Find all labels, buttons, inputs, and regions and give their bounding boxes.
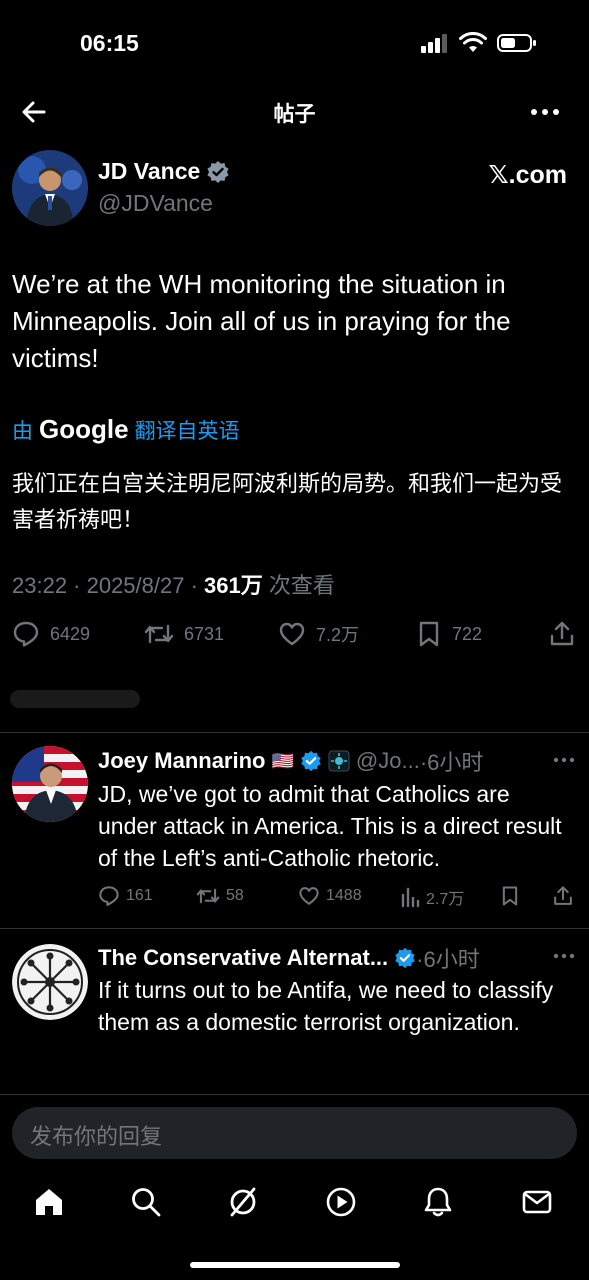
reply-text: JD, we’ve got to admit that Catholics ar…	[98, 781, 562, 871]
bookmark-icon	[502, 886, 518, 906]
home-indicator	[190, 1262, 400, 1268]
messages-icon[interactable]	[520, 1185, 554, 1219]
author-name-row[interactable]: JD Vance	[98, 158, 230, 185]
heart-icon	[299, 887, 319, 905]
search-icon[interactable]	[129, 1185, 163, 1219]
verified-badge-icon	[207, 160, 229, 183]
reply-bookmark-button[interactable]	[500, 885, 520, 907]
more-options-icon[interactable]	[529, 100, 561, 124]
battery-icon	[497, 34, 536, 52]
tweet-timestamp: 23:22 · 2025/8/27 ·	[12, 573, 205, 598]
google-logo: Google	[39, 414, 129, 444]
reply-composer-placeholder[interactable]: 发布你的回复	[30, 1119, 162, 1151]
reply-repost-count: 58	[226, 887, 244, 904]
reply-time: ·6小时	[419, 750, 484, 775]
tweet-actions: 6429 6731 7.2万 722	[12, 620, 577, 656]
bookmark-count: 722	[452, 623, 483, 644]
reply-author-handle[interactable]: @Jo...	[356, 748, 420, 774]
views-chart-icon	[401, 887, 420, 908]
divider	[0, 928, 589, 929]
reply-header: Joey Mannarino 🇺🇸 @Jo... ·6小时	[98, 745, 483, 777]
wifi-icon	[459, 32, 487, 52]
reply-views-button[interactable]: 2.7万	[400, 885, 464, 909]
share-button[interactable]	[548, 620, 576, 648]
reply-like-count: 1488	[326, 887, 362, 904]
reply-icon	[99, 886, 119, 907]
bookmark-icon	[419, 621, 439, 647]
like-count: 7.2万	[316, 625, 360, 645]
author-name[interactable]: JD Vance	[98, 158, 200, 185]
translate-suffix: 翻译自英语	[134, 420, 240, 443]
repost-icon	[196, 888, 220, 904]
notifications-icon[interactable]	[421, 1185, 455, 1219]
translate-prefix: 由	[12, 420, 33, 443]
reply-composer[interactable]: 发布你的回复	[12, 1107, 577, 1159]
reply-author-name[interactable]: Joey Mannarino	[98, 748, 265, 774]
reply-view-count: 2.7万	[426, 891, 465, 908]
status-time: 06:15	[80, 30, 139, 56]
reply-text: If it turns out to be Antifa, we need to…	[98, 977, 554, 1035]
reply-icon	[13, 621, 39, 647]
share-icon	[554, 886, 572, 905]
grok-icon[interactable]	[226, 1185, 260, 1219]
x-com-badge: 𝕏.com	[488, 161, 568, 189]
reply-author-name[interactable]: The Conservative Alternat...	[98, 945, 388, 971]
view-label: 次查看	[262, 573, 335, 598]
divider	[0, 732, 589, 733]
reply-header: The Conservative Alternat... ·6小时	[98, 942, 480, 974]
like-button[interactable]: 7.2万	[278, 620, 359, 648]
tweet-meta: 23:22 · 2025/8/27 · 361万 次查看	[12, 568, 335, 600]
home-icon[interactable]	[32, 1185, 66, 1219]
reply-more-icon[interactable]	[552, 948, 576, 964]
reply-reply-count: 161	[126, 887, 153, 904]
divider	[0, 1094, 589, 1095]
verified-badge-icon	[301, 750, 321, 772]
share-icon	[550, 621, 574, 646]
heart-icon	[279, 622, 305, 646]
tweet-text: We’re at the WH monitoring the situation…	[12, 269, 511, 373]
reply-avatar[interactable]	[12, 944, 88, 1020]
status-icons	[421, 32, 537, 54]
repost-button[interactable]: 6731	[144, 620, 224, 648]
bottom-tab-bar	[0, 1175, 589, 1235]
blurred-context-bar	[10, 690, 140, 708]
reply-time: ·6小时	[416, 947, 480, 972]
video-icon[interactable]	[324, 1185, 358, 1219]
reply-avatar[interactable]	[12, 746, 88, 822]
reply-button[interactable]: 6429	[12, 620, 90, 648]
reply-actions: 161 58 1488 2.7万	[98, 885, 578, 915]
cellular-signal-icon	[421, 34, 447, 53]
verified-badge-icon	[395, 947, 415, 969]
translation-attribution[interactable]: 由 Google 翻译自英语	[12, 414, 240, 445]
reply-count: 6429	[50, 623, 91, 644]
reply-share-button[interactable]	[552, 885, 574, 907]
reply-repost-button[interactable]: 58	[196, 885, 244, 907]
translated-text: 我们正在白宫关注明尼阿波利斯的局势。和我们一起为受害者祈祷吧！	[12, 471, 563, 532]
reply-more-icon[interactable]	[552, 752, 576, 768]
reply-like-button[interactable]: 1488	[298, 885, 362, 907]
bookmark-button[interactable]: 722	[416, 620, 482, 648]
view-count[interactable]: 361万	[204, 573, 263, 598]
repost-count: 6731	[184, 623, 225, 644]
affiliate-badge-icon	[328, 750, 350, 772]
us-flag-icon: 🇺🇸	[271, 750, 294, 771]
author-handle[interactable]: @JDVance	[98, 190, 213, 217]
reply-reply-button[interactable]: 161	[98, 885, 153, 907]
page-title: 帖子	[273, 103, 316, 126]
author-avatar[interactable]	[12, 150, 88, 226]
repost-icon	[144, 624, 174, 644]
